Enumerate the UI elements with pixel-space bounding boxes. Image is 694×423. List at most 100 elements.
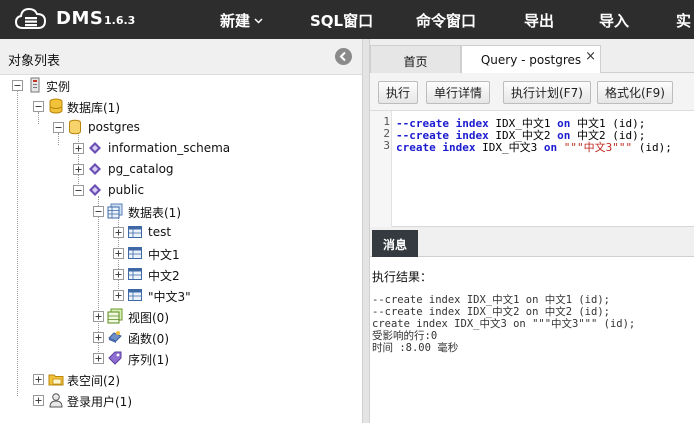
tree-node-table[interactable]: 中文1 (0, 243, 360, 264)
schema-icon (89, 142, 101, 154)
line-number: 3 (383, 139, 390, 152)
explain-plan-button[interactable]: 执行计划(F7) (503, 81, 591, 104)
collapse-toggle-icon[interactable] (93, 206, 104, 217)
tree-label-tablespaces: 表空间(2) (67, 374, 120, 388)
nav-new-menu[interactable]: 新建 (220, 10, 263, 31)
expand-toggle-icon[interactable] (113, 227, 124, 238)
tree-label-schema: public (108, 183, 145, 197)
nav-command-window[interactable]: 命令窗口 (416, 10, 476, 31)
tree-label-views: 视图(0) (128, 311, 169, 325)
schema-icon (89, 163, 101, 175)
chevron-down-icon (254, 18, 263, 24)
tree-node-table[interactable]: 中文2 (0, 264, 360, 285)
collapse-toggle-icon[interactable] (12, 80, 23, 91)
collapse-toggle-icon[interactable] (53, 122, 64, 133)
nav-sql-window[interactable]: SQL窗口 (310, 10, 373, 31)
chevron-left-icon (339, 51, 346, 62)
tree-node-tables[interactable]: 数据表(1) (0, 201, 360, 222)
tab-query-postgres[interactable]: Query - postgres × (461, 45, 601, 74)
table-icon (128, 268, 142, 280)
tree-node-instance[interactable]: 实例 (0, 75, 360, 96)
query-workspace: 首页 Query - postgres × 执行 单行详情 执行计划(F7) 格… (370, 39, 694, 423)
view-icon (107, 308, 123, 324)
code-keyword: create (396, 141, 436, 154)
expand-toggle-icon[interactable] (73, 143, 84, 154)
tab-home[interactable]: 首页 (370, 45, 461, 73)
tree-node-postgres[interactable]: postgres (0, 117, 360, 138)
object-list-panel: 对象列表 实例 数据库(1) postgres information_sche… (0, 39, 362, 423)
tree-node-login-users[interactable]: 登录用户(1) (0, 390, 360, 411)
expand-toggle-icon[interactable] (33, 374, 44, 385)
nav-export[interactable]: 导出 (524, 10, 554, 31)
expand-toggle-icon[interactable] (73, 164, 84, 175)
table-group-icon (107, 203, 123, 219)
server-instance-icon (30, 77, 40, 93)
object-list-title: 对象列表 (8, 54, 61, 69)
code-string: """中文3""" (557, 141, 633, 154)
user-icon (49, 393, 63, 408)
table-icon (128, 247, 142, 259)
code-line: create index IDX_中文3 on """中文3""" (id); (396, 139, 672, 155)
tablespace-folder-icon (48, 374, 64, 386)
object-tree: 实例 数据库(1) postgres information_schema pg… (0, 75, 362, 423)
object-list-header: 对象列表 (0, 39, 362, 75)
expand-toggle-icon[interactable] (33, 395, 44, 406)
tree-label-login-users: 登录用户(1) (67, 395, 132, 409)
tree-node-databases[interactable]: 数据库(1) (0, 96, 360, 117)
tree-label-table: 中文2 (148, 269, 180, 283)
tree-label-functions: 函数(0) (128, 332, 169, 346)
code-keyword: on (543, 141, 558, 154)
tab-bar: 首页 Query - postgres × (370, 39, 694, 74)
tree-node-schema[interactable]: information_schema (0, 138, 360, 159)
code-keyword: index (435, 141, 476, 154)
table-icon (128, 289, 142, 301)
tree-node-schema[interactable]: pg_catalog (0, 159, 360, 180)
collapse-toggle-icon[interactable] (33, 101, 44, 112)
pane-splitter[interactable] (362, 39, 370, 423)
tab-messages[interactable]: 消息 (372, 230, 418, 257)
sql-editor[interactable]: 1 2 3 --create index IDX_中文1 on 中文1 (id)… (370, 111, 694, 227)
app-name: DMS (56, 8, 104, 29)
tree-label-table: test (148, 225, 172, 239)
database-group-icon (49, 98, 63, 114)
tree-node-table[interactable]: test (0, 222, 360, 243)
tree-node-table[interactable]: "中文3" (0, 285, 360, 306)
expand-toggle-icon[interactable] (113, 248, 124, 259)
collapse-panel-button[interactable] (335, 48, 352, 65)
tree-node-schema-public[interactable]: public (0, 180, 360, 201)
nav-import[interactable]: 导入 (599, 10, 629, 31)
close-icon[interactable]: × (585, 49, 596, 64)
tree-label-table: 中文1 (148, 248, 180, 262)
nav-more-cut[interactable]: 实 (676, 10, 691, 31)
code-text: (id); (632, 141, 672, 154)
expand-toggle-icon[interactable] (93, 353, 104, 364)
format-sql-button[interactable]: 格式化(F9) (597, 81, 673, 104)
tree-label-table: "中文3" (148, 290, 191, 304)
tree-node-functions[interactable]: 函数(0) (0, 327, 360, 348)
message-tab-bar: 消息 (370, 227, 694, 257)
app-version: 1.6.3 (104, 14, 136, 27)
tree-node-tablespaces[interactable]: 表空间(2) (0, 369, 360, 390)
sequence-tag-icon (108, 351, 122, 365)
expand-toggle-icon[interactable] (113, 269, 124, 280)
tree-label-sequences: 序列(1) (128, 353, 169, 367)
schema-icon (89, 184, 101, 196)
collapse-toggle-icon[interactable] (73, 185, 84, 196)
tree-label-databases: 数据库(1) (67, 101, 120, 115)
line-number-gutter: 1 2 3 (370, 111, 392, 227)
tree-node-sequences[interactable]: 序列(1) (0, 348, 360, 369)
tree-label-instance: 实例 (46, 80, 71, 94)
expand-toggle-icon[interactable] (93, 311, 104, 322)
expand-toggle-icon[interactable] (113, 290, 124, 301)
execution-time: 时间 :8.00 毫秒 (372, 342, 459, 354)
tree-label-postgres: postgres (88, 120, 140, 134)
execute-button[interactable]: 执行 (378, 81, 419, 104)
query-toolbar: 执行 单行详情 执行计划(F7) 格式化(F9) (370, 73, 694, 111)
tree-node-views[interactable]: 视图(0) (0, 306, 360, 327)
code-text: IDX_中文3 (475, 141, 544, 154)
single-row-detail-button[interactable]: 单行详情 (426, 81, 491, 104)
expand-toggle-icon[interactable] (93, 332, 104, 343)
tab-query-label: Query - postgres (480, 53, 582, 67)
tree-label-tables: 数据表(1) (128, 206, 181, 220)
database-icon (69, 119, 81, 135)
